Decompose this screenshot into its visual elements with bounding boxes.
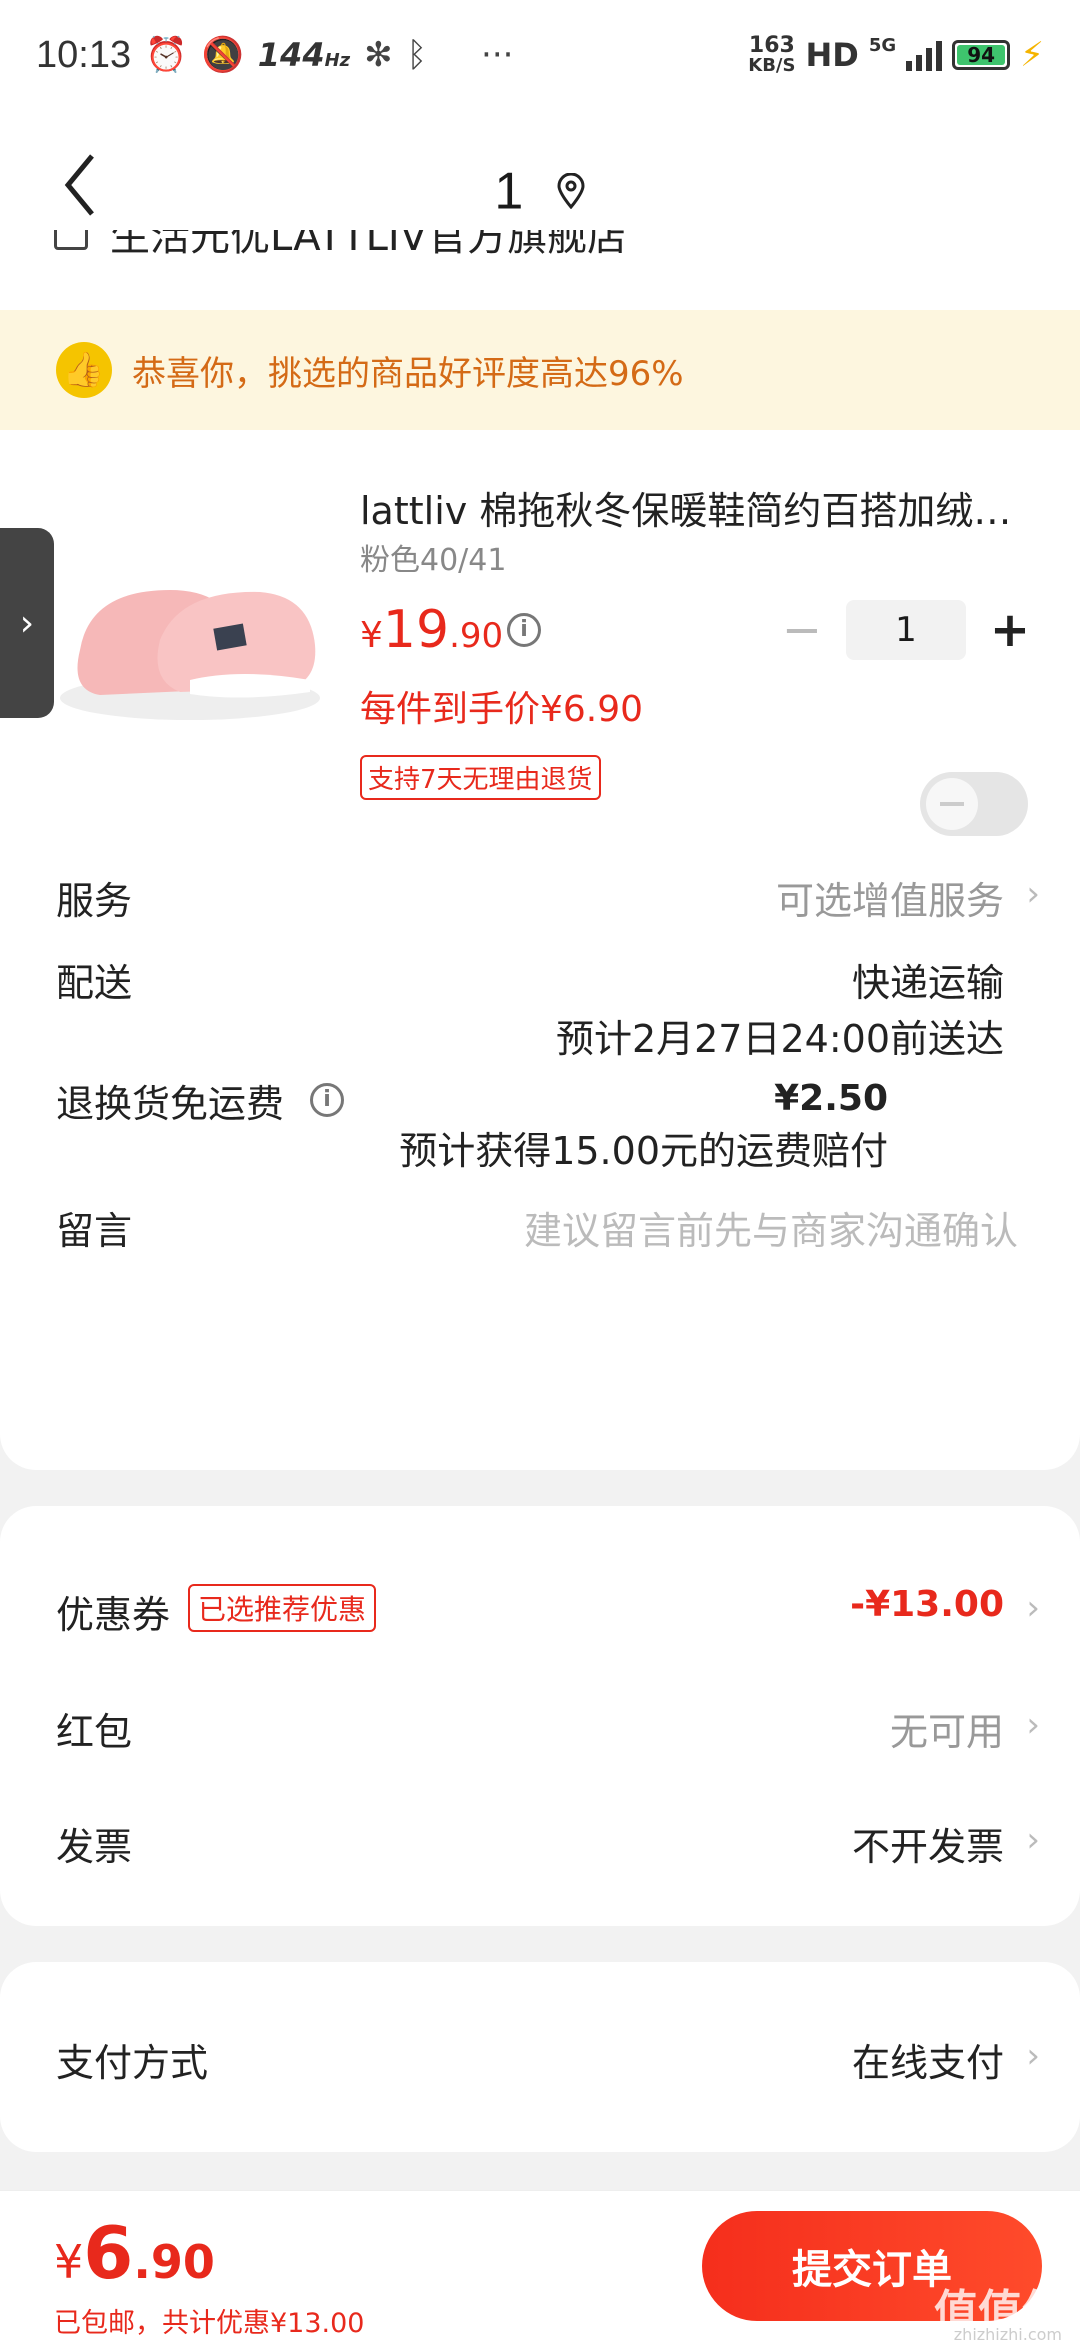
mute-icon: 🔕: [201, 35, 244, 75]
red-packet-label: 红包: [56, 1710, 133, 1754]
product-image[interactable]: [40, 530, 340, 730]
delivery-method: 快递运输: [851, 961, 1004, 1005]
message-input[interactable]: 建议留言前先与商家沟通确认: [524, 1200, 1018, 1255]
shop-row[interactable]: 生活元优LATTLIV官方旗舰店: [0, 230, 1080, 310]
chevron-right-icon: ›: [1026, 2036, 1040, 2076]
delivery-eta: 预计2月27日24:00前送达: [555, 1017, 1004, 1061]
return-shipping-note: 预计获得15.00元的运费赔付: [399, 1129, 888, 1173]
signal-icon: [906, 39, 943, 71]
fan-icon: ✻: [364, 35, 393, 75]
invoice-value: 不开发票: [851, 1825, 1004, 1869]
price-info-icon[interactable]: i: [507, 613, 541, 647]
product-price: ¥19.90: [360, 600, 504, 660]
page-title: 1: [0, 158, 1080, 221]
total-price: ¥6.90: [54, 2211, 215, 2295]
side-expand-tab[interactable]: ›: [0, 528, 54, 718]
quantity-input[interactable]: 1: [846, 600, 966, 660]
checkout-bar: ¥6.90 已包邮，共计优惠¥13.00 提交订单 值值值 zhizhizhi.…: [0, 2190, 1080, 2340]
hd-indicator: HD: [805, 36, 859, 74]
quantity-stepper: − 1 +: [772, 600, 1040, 660]
invoice-label: 发票: [56, 1825, 133, 1869]
network-type: 5G: [868, 35, 897, 56]
chevron-right-icon: ›: [19, 602, 35, 644]
service-label: 服务: [56, 879, 133, 923]
coupon-value: -¥13.00: [850, 1584, 1004, 1625]
coupon-label: 优惠券: [56, 1593, 171, 1637]
coupon-tag: 已选推荐优惠: [188, 1584, 377, 1632]
decrease-button[interactable]: −: [772, 600, 832, 660]
message-label: 留言: [56, 1209, 133, 1253]
battery-icon: 94: [952, 40, 1011, 70]
toggle-knob: [926, 778, 978, 830]
refresh-rate: 144Hz: [257, 36, 351, 74]
bluetooth-icon: ᛒ: [406, 35, 428, 75]
charging-icon: ⚡: [1020, 35, 1044, 75]
status-bar: 10:13 ⏰ 🔕 144Hz ✻ ᛒ ··· 163 KB/S HD 5G 9…: [0, 0, 1080, 110]
chevron-right-icon: ›: [1026, 1705, 1040, 1745]
each-price: 每件到手价¥6.90: [360, 689, 644, 730]
more-icon: ···: [481, 35, 514, 75]
payment-card: 支付方式 在线支付 ›: [0, 1962, 1080, 2152]
product-spec[interactable]: 粉色40/41: [360, 535, 506, 579]
return-shipping-label: 退换货免运费: [56, 1082, 285, 1126]
net-speed: 163 KB/S: [748, 33, 796, 76]
status-time: 10:13: [36, 33, 132, 76]
watermark-url: zhizhizhi.com: [953, 2325, 1062, 2340]
rating-banner: 👍 恭喜你，挑选的商品好评度高达96%: [0, 310, 1080, 430]
total-summary: 已包邮，共计优惠¥13.00: [54, 2308, 365, 2339]
return-shipping-info-icon[interactable]: i: [310, 1083, 344, 1117]
return-policy-tag: 支持7天无理由退货: [360, 755, 601, 800]
order-item-card: lattliv 棉拖秋冬保暖鞋简约百搭加绒… 粉色40/41 ¥19.90 i …: [0, 430, 1080, 1470]
location-pin-icon[interactable]: [556, 173, 586, 210]
payment-label: 支付方式: [56, 2041, 209, 2085]
return-shipping-price: ¥2.50: [774, 1078, 888, 1119]
product-name[interactable]: lattliv 棉拖秋冬保暖鞋简约百搭加绒…: [360, 480, 1010, 535]
chevron-right-icon: ›: [1026, 1820, 1040, 1860]
banner-text: 恭喜你，挑选的商品好评度高达96%: [132, 353, 684, 394]
chevron-right-icon: ›: [1026, 874, 1040, 914]
thumbs-up-icon: 👍: [56, 342, 112, 398]
red-packet-value: 无可用: [889, 1710, 1004, 1754]
chevron-right-icon: ›: [1026, 1588, 1040, 1628]
alarm-icon: ⏰: [145, 35, 188, 75]
discount-card: 优惠券 已选推荐优惠 -¥13.00 › 红包 无可用 › 发票 不开发票 ›: [0, 1506, 1080, 1926]
shop-icon: [54, 230, 88, 250]
return-shipping-toggle[interactable]: [920, 772, 1028, 836]
shop-name: 生活元优LATTLIV官方旗舰店: [110, 230, 628, 260]
service-value: 可选增值服务: [775, 879, 1004, 923]
increase-button[interactable]: +: [980, 600, 1040, 660]
payment-value: 在线支付: [851, 2041, 1004, 2085]
delivery-label: 配送: [56, 961, 133, 1005]
